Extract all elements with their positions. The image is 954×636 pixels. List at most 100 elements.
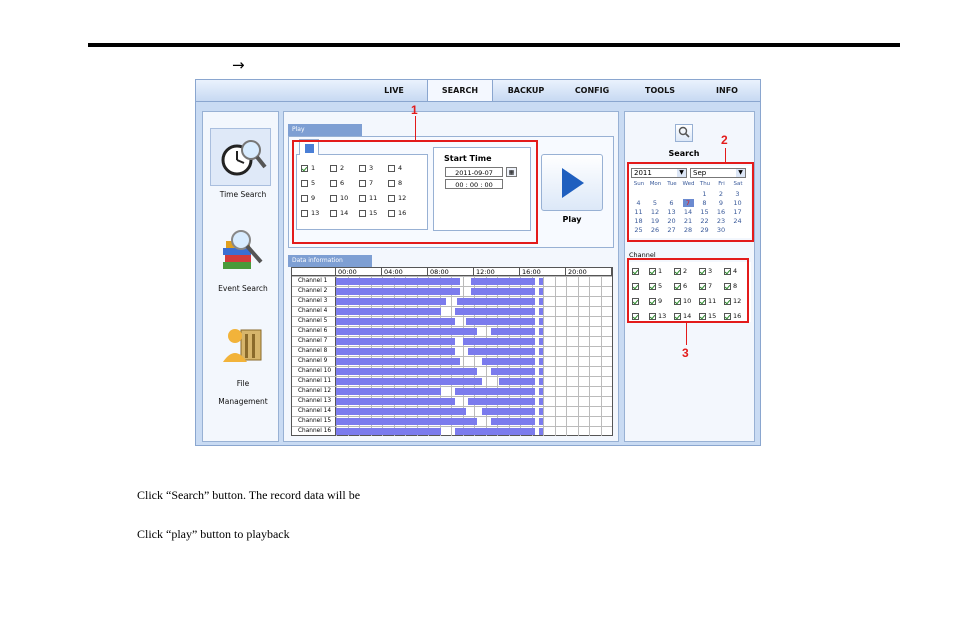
annotation-line-1 — [415, 116, 416, 140]
table-row: Channel 12 — [292, 386, 612, 396]
tab-tools[interactable]: TOOLS — [630, 80, 690, 101]
channel-row-label: Channel 5 — [292, 317, 336, 326]
record-bar[interactable] — [457, 298, 535, 305]
arrow-icon: → — [232, 56, 245, 74]
play-label: Play — [562, 215, 582, 224]
annotation-box-1 — [292, 140, 538, 244]
channel-row-label: Channel 11 — [292, 377, 336, 386]
record-bar[interactable] — [454, 428, 535, 435]
channel-row-label: Channel 4 — [292, 307, 336, 316]
record-bar[interactable] — [538, 378, 543, 385]
record-bar[interactable] — [538, 358, 543, 365]
table-row: Channel 16 — [292, 426, 612, 436]
record-bar[interactable] — [538, 348, 543, 355]
timeline-hour-header: 20:00 — [566, 268, 612, 276]
tab-info[interactable]: INFO — [698, 80, 756, 101]
record-bar[interactable] — [336, 318, 455, 325]
table-row: Channel 11 — [292, 376, 612, 386]
record-bar[interactable] — [538, 408, 543, 415]
record-bar[interactable] — [454, 308, 535, 315]
sidebar-item-label: File — [236, 379, 250, 388]
table-row: Channel 2 — [292, 286, 612, 296]
record-bar[interactable] — [538, 388, 543, 395]
record-bar[interactable] — [471, 278, 535, 285]
record-bar[interactable] — [482, 408, 535, 415]
record-bar[interactable] — [538, 368, 543, 375]
sidebar: Time Search Event Search File Management — [202, 111, 279, 442]
channel-row-label: Channel 6 — [292, 327, 336, 336]
tab-search[interactable]: SEARCH — [427, 80, 493, 101]
record-bar[interactable] — [498, 378, 535, 385]
record-bar[interactable] — [538, 428, 543, 435]
record-bar[interactable] — [482, 358, 535, 365]
record-bar[interactable] — [465, 318, 535, 325]
record-bar[interactable] — [454, 388, 535, 395]
table-row: Channel 9 — [292, 356, 612, 366]
record-bar[interactable] — [336, 298, 447, 305]
record-timeline: 00:00 04:00 08:00 12:00 16:00 20:00 Channel 1C… — [291, 267, 613, 436]
tab-live[interactable]: LIVE — [366, 80, 422, 101]
record-bar[interactable] — [336, 308, 441, 315]
channel-row-label: Channel 16 — [292, 427, 336, 436]
table-row: Channel 4 — [292, 306, 612, 316]
annotation-label-3: 3 — [682, 346, 689, 360]
sidebar-item-file-management[interactable]: File Management — [203, 322, 283, 412]
record-bar[interactable] — [336, 348, 455, 355]
timeline-hour-header: 04:00 — [382, 268, 428, 276]
channel-row-label: Channel 14 — [292, 407, 336, 416]
record-bar[interactable] — [336, 408, 466, 415]
table-row: Channel 15 — [292, 416, 612, 426]
table-row: Channel 10 — [292, 366, 612, 376]
channel-row-label: Channel 7 — [292, 337, 336, 346]
search-label: Search — [668, 149, 700, 158]
channel-row-label: Channel 13 — [292, 397, 336, 406]
record-bar[interactable] — [490, 328, 535, 335]
search-button[interactable] — [675, 124, 693, 142]
clock-magnifier-icon — [221, 140, 267, 176]
record-bar[interactable] — [336, 398, 455, 405]
record-bar[interactable] — [538, 338, 543, 345]
record-bar[interactable] — [538, 278, 543, 285]
record-bar[interactable] — [538, 328, 543, 335]
play-icon — [562, 168, 584, 198]
play-tab: Play — [288, 124, 362, 136]
tab-backup[interactable]: BACKUP — [496, 80, 556, 101]
record-bar[interactable] — [538, 318, 543, 325]
record-bar[interactable] — [471, 288, 535, 295]
header-rule — [88, 43, 900, 47]
annotation-box-3 — [627, 258, 749, 323]
table-row: Channel 3 — [292, 296, 612, 306]
record-bar[interactable] — [538, 288, 543, 295]
search-icon — [678, 126, 690, 138]
annotation-label-1: 1 — [411, 103, 418, 117]
table-row: Channel 8 — [292, 346, 612, 356]
books-magnifier-icon — [223, 230, 263, 269]
record-bar[interactable] — [336, 278, 461, 285]
play-button[interactable] — [541, 154, 603, 211]
record-bar[interactable] — [462, 338, 535, 345]
record-bar[interactable] — [538, 398, 543, 405]
record-bar[interactable] — [490, 368, 535, 375]
record-bar[interactable] — [336, 418, 477, 425]
record-bar[interactable] — [336, 328, 477, 335]
channel-row-label: Channel 9 — [292, 357, 336, 366]
record-bar[interactable] — [538, 298, 543, 305]
record-bar[interactable] — [336, 288, 461, 295]
record-bar[interactable] — [336, 388, 441, 395]
record-bar[interactable] — [468, 348, 535, 355]
record-bar[interactable] — [336, 338, 455, 345]
sidebar-item-time-search[interactable]: Time Search — [203, 128, 283, 199]
record-bar[interactable] — [336, 368, 477, 375]
tab-config[interactable]: CONFIG — [561, 80, 623, 101]
record-bar[interactable] — [490, 418, 535, 425]
record-bar[interactable] — [468, 398, 535, 405]
timeline-corner — [292, 268, 336, 276]
record-bar[interactable] — [336, 358, 461, 365]
table-row: Channel 13 — [292, 396, 612, 406]
sidebar-item-event-search[interactable]: Event Search — [203, 228, 283, 298]
record-bar[interactable] — [538, 308, 543, 315]
record-bar[interactable] — [336, 378, 483, 385]
sidebar-item-label: Management — [218, 397, 268, 406]
record-bar[interactable] — [336, 428, 441, 435]
record-bar[interactable] — [538, 418, 543, 425]
